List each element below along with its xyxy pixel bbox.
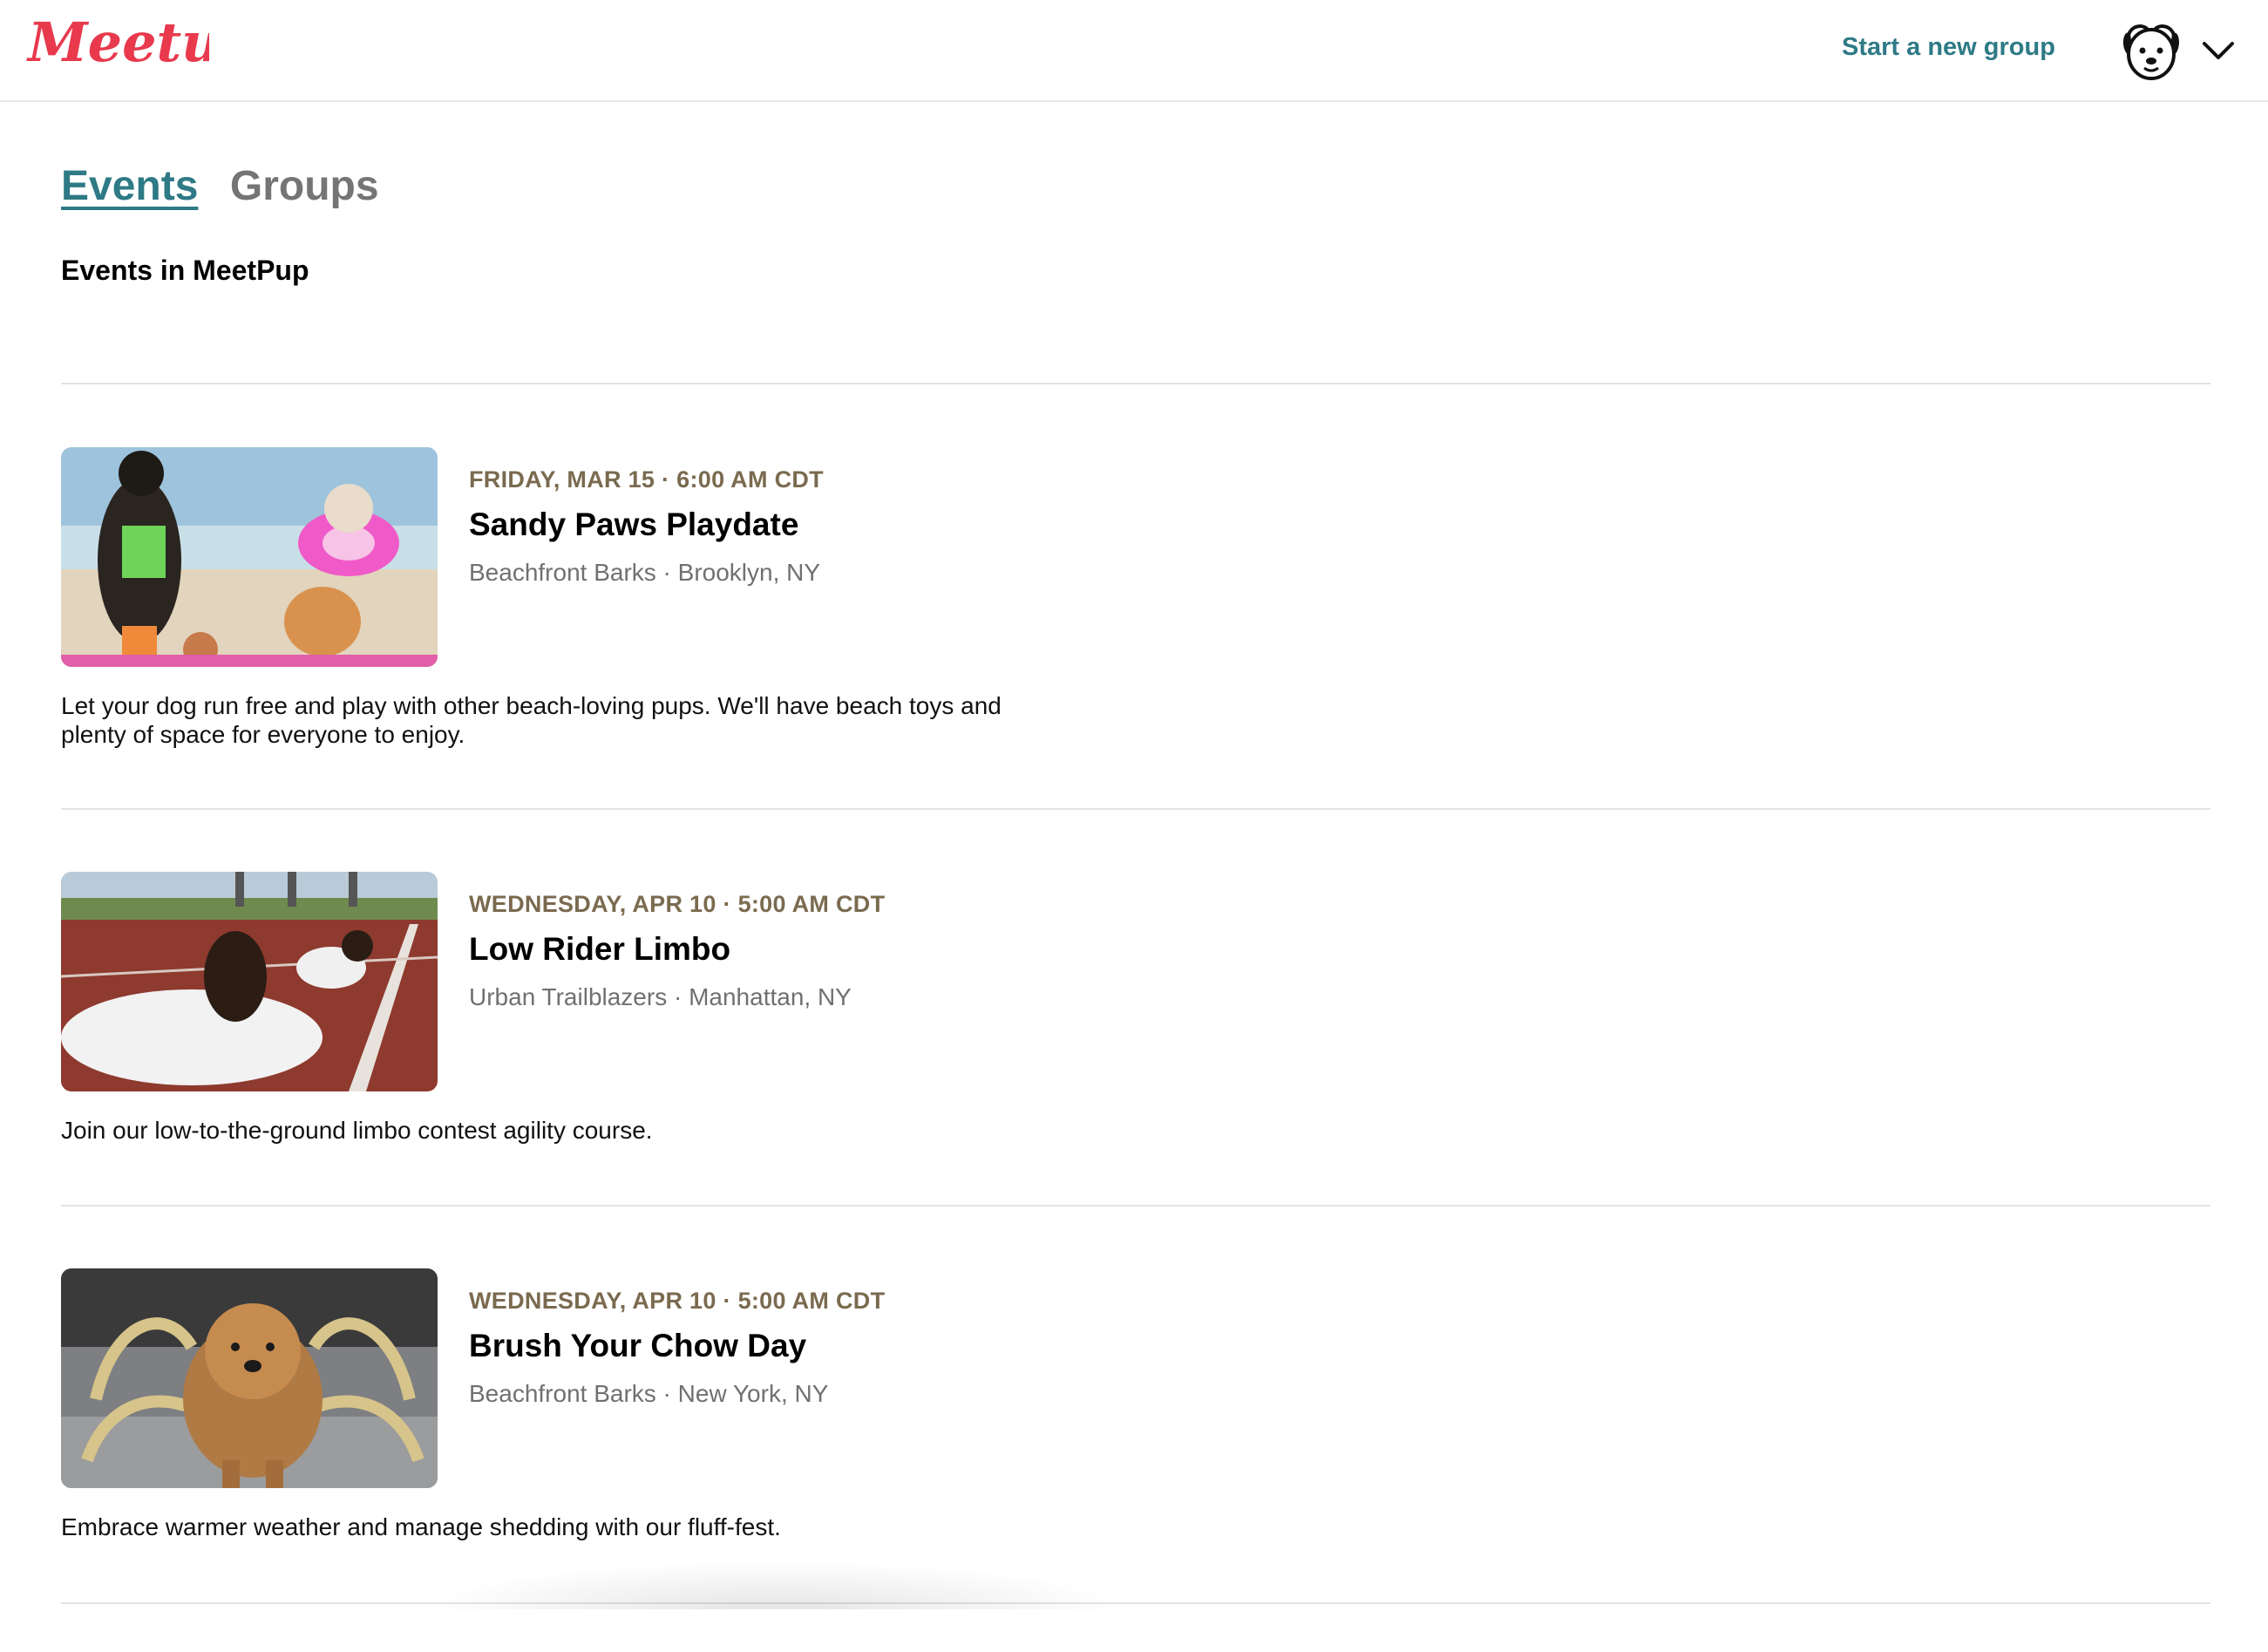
event-date: FRIDAY, MAR 15 · 6:00 AM CDT	[469, 466, 824, 493]
tab-events[interactable]: Events	[61, 162, 198, 210]
event-location: Beachfront Barks · New York, NY	[469, 1380, 829, 1407]
event-description: Embrace warmer weather and manage sheddi…	[61, 1513, 781, 1540]
meetup-logo[interactable]: Meetup	[26, 10, 209, 80]
chevron-down-icon[interactable]	[2199, 33, 2237, 68]
event-image[interactable]	[61, 872, 438, 1091]
event-date: WEDNESDAY, APR 10 · 5:00 AM CDT	[469, 1288, 886, 1314]
event-title[interactable]: Sandy Paws Playdate	[469, 506, 798, 543]
view-tabs: Events Groups	[61, 162, 407, 214]
event-title[interactable]: Low Rider Limbo	[469, 931, 730, 968]
event-card[interactable]: FRIDAY, MAR 15 · 6:00 AM CDT Sandy Paws …	[61, 447, 2210, 831]
event-description: Let your dog run free and play with othe…	[61, 692, 1002, 748]
top-navigation-bar: Meetup Start a new group	[0, 0, 2268, 102]
event-location: Urban Trailblazers · Manhattan, NY	[469, 983, 852, 1010]
scroll-shadow	[418, 1560, 1133, 1609]
event-location: Beachfront Barks · Brooklyn, NY	[469, 559, 821, 586]
event-image[interactable]	[61, 1268, 438, 1488]
tab-groups[interactable]: Groups	[230, 162, 379, 210]
event-card[interactable]: WEDNESDAY, APR 10 · 5:00 AM CDT Low Ride…	[61, 872, 2210, 1255]
dog-face-icon[interactable]	[2118, 17, 2184, 84]
divider	[61, 383, 2210, 384]
svg-text:Meetup: Meetup	[26, 10, 209, 74]
event-date: WEDNESDAY, APR 10 · 5:00 AM CDT	[469, 891, 886, 917]
event-title[interactable]: Brush Your Chow Day	[469, 1328, 806, 1364]
start-new-group-link[interactable]: Start a new group	[1842, 33, 2055, 62]
event-card[interactable]: WEDNESDAY, APR 10 · 5:00 AM CDT Brush Yo…	[61, 1268, 2210, 1652]
page-title: Events in MeetPup	[61, 255, 309, 286]
event-description: Join our low-to-the-ground limbo contest…	[61, 1117, 653, 1144]
event-image[interactable]	[61, 447, 438, 667]
